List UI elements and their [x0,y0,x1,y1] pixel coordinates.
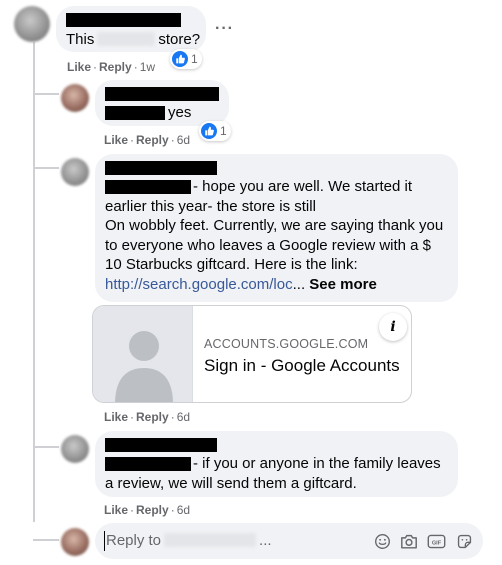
emoji-icon[interactable] [372,531,392,551]
comment-meta: Like · Reply · 6d [104,503,190,517]
separator: · [170,503,175,517]
timestamp[interactable]: 6d [177,503,190,517]
comment-text: store? [158,31,201,48]
reaction-count-badge[interactable]: 1 [199,121,231,141]
comment-bubble: - if you or anyone in the family leaves … [95,431,458,497]
placeholder-ellipsis: ... [259,532,272,549]
avatar [61,528,89,556]
comment-bubble: - hope you are well. We started it earli… [95,154,458,302]
like-action[interactable]: Like [67,60,91,74]
comment-meta: Like · Reply · 1w [67,60,155,74]
separator: · [130,410,135,424]
redacted-mention [105,180,191,194]
timestamp[interactable]: 1w [140,60,155,74]
comment-bubble: This store? [56,6,206,52]
more-options-icon[interactable]: ··· [215,20,234,38]
reply-action[interactable]: Reply [136,410,169,424]
timestamp[interactable]: 6d [177,410,190,424]
gif-icon[interactable]: GIF [426,531,446,551]
separator: · [170,410,175,424]
like-action[interactable]: Like [104,410,128,424]
avatar[interactable] [14,6,50,42]
reaction-count: 1 [191,52,198,66]
info-icon[interactable]: i [379,313,407,341]
comment-meta: Like · Reply · 6d [104,410,190,424]
blurred-text [97,32,156,46]
like-action[interactable]: Like [104,503,128,517]
like-action[interactable]: Like [104,133,128,147]
comment-text: On wobbly feet. Currently, we are saying… [105,217,444,234]
comment-text: - if you or anyone in the family leaves [193,455,441,472]
thread-branch-1 [33,93,59,95]
link-thumbnail [93,306,193,402]
comment-meta: Like · Reply · 6d [104,133,190,147]
separator: · [170,133,175,147]
like-reaction-icon [201,123,217,139]
generic-person-icon [115,331,173,402]
placeholder-text: Reply to [106,532,162,549]
gif-label: GIF [431,540,441,546]
reply-action[interactable]: Reply [99,60,132,74]
separator: · [93,60,98,74]
sticker-icon[interactable] [454,531,474,551]
thread-line-main [33,42,35,522]
reaction-count: 1 [220,124,227,138]
avatar[interactable] [61,84,89,112]
comment-text: yes [168,104,192,121]
reply-action[interactable]: Reply [136,133,169,147]
redacted-name [105,87,219,101]
see-more-link[interactable]: See more [309,276,377,293]
blurred-text [164,533,257,547]
reply-action[interactable]: Reply [136,503,169,517]
reaction-count-badge[interactable]: 1 [170,49,202,69]
separator: · [130,503,135,517]
redacted-name [105,161,217,175]
thread-branch-3 [33,446,59,448]
camera-icon[interactable] [399,531,419,551]
like-reaction-icon [172,51,188,67]
comment-text: earlier this year- the store is still [105,198,316,215]
ellipsis: ... [292,276,306,293]
avatar[interactable] [61,158,89,186]
comment-text: - hope you are well. We started it [193,178,412,195]
comment-text: to everyone who leaves a Google review w… [105,237,432,254]
link-preview-card[interactable]: ACCOUNTS.GOOGLE.COM Sign in - Google Acc… [92,305,412,403]
redacted-name [105,438,217,452]
reply-input[interactable]: Reply to... GIF [95,523,483,559]
redacted-name [66,13,181,27]
separator: · [133,60,138,74]
comment-bubble: yes [95,80,229,126]
comment-text: a review, we will send them a giftcard. [105,475,357,492]
comment-text: This [66,31,95,48]
avatar[interactable] [61,435,89,463]
link-domain: ACCOUNTS.GOOGLE.COM [204,337,369,351]
comment-link[interactable]: http://search.google.com/loc [105,276,293,293]
thread-branch-2 [33,167,59,169]
redacted-mention [105,457,191,471]
redacted-mention [105,106,165,120]
timestamp[interactable]: 6d [177,133,190,147]
link-title: Sign in - Google Accounts [204,356,400,375]
text-caret [104,531,105,551]
reply-placeholder: Reply to... [106,532,272,549]
comment-text: 10 Starbucks giftcard. Here is the link: [105,256,358,273]
thread-branch-4 [33,539,59,541]
separator: · [130,133,135,147]
